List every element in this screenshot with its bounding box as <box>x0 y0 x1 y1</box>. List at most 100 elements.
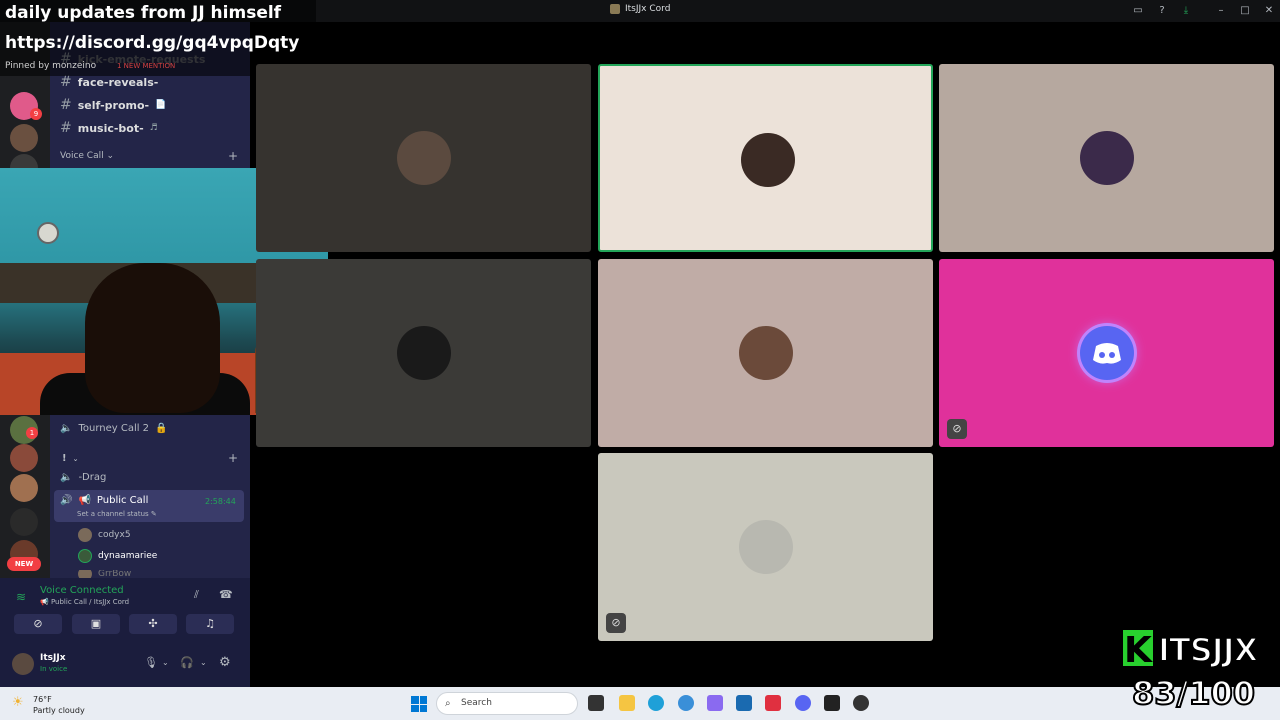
video-tile[interactable] <box>256 259 591 447</box>
video-tile[interactable] <box>939 64 1274 252</box>
category-bang[interactable]: ! ⌄ <box>62 453 78 464</box>
channel-label: music-bot- <box>77 121 144 135</box>
help-icon[interactable]: ? <box>1155 4 1169 18</box>
discord-logo-avatar <box>1080 326 1134 380</box>
app-icon[interactable] <box>678 695 694 711</box>
video-tile[interactable]: ⊘ <box>598 453 933 641</box>
channel-tourney-call-2[interactable]: 🔈 Tourney Call 2 🔒 <box>60 423 168 434</box>
channel-self-promo[interactable]: # self-promo- 📄 <box>60 97 166 113</box>
close-button[interactable]: ✕ <box>1262 4 1276 18</box>
taskbar: ☀ 76°F Partly cloudy ⌕ Search <box>0 687 1280 720</box>
lock-icon: 🔒 <box>155 423 168 434</box>
epic-games-icon[interactable] <box>824 695 840 711</box>
avatar[interactable] <box>12 653 34 675</box>
app-icon[interactable] <box>853 695 869 711</box>
add-channel-button[interactable]: + <box>228 451 238 465</box>
weather-widget[interactable]: 76°F Partly cloudy <box>33 694 85 716</box>
server-icon[interactable] <box>10 508 38 536</box>
pinned-text: Pinned by monzeino <box>5 61 97 71</box>
camera-off-button[interactable]: ⊘ <box>14 614 62 634</box>
pinned-note: Pinned by monzeino 1 NEW MENTION <box>5 61 175 71</box>
channel-label: -Drag <box>78 472 107 483</box>
new-mention-tag: 1 NEW MENTION <box>116 62 176 70</box>
avatar <box>78 570 92 578</box>
channel-music-bot[interactable]: # music-bot- ♬ <box>60 120 158 136</box>
maximize-button[interactable]: □ <box>1238 4 1252 18</box>
voice-location[interactable]: 📢 Public Call / ItsJJx Cord <box>40 598 129 606</box>
app-icon[interactable] <box>707 695 723 711</box>
settings-gear-icon[interactable]: ⚙ <box>219 655 231 670</box>
activities-button[interactable]: ✣ <box>129 614 177 634</box>
avatar <box>397 326 451 380</box>
set-channel-status[interactable]: Set a channel status ✎ <box>77 510 157 518</box>
store-icon[interactable] <box>736 695 752 711</box>
hash-icon: # <box>60 97 72 113</box>
minimize-button[interactable]: – <box>1214 4 1228 18</box>
video-tile-speaking[interactable] <box>598 64 933 252</box>
channel-label: Public Call <box>96 495 149 506</box>
file-explorer-icon[interactable] <box>619 695 635 711</box>
soundboard-button[interactable]: ♫ <box>186 614 234 634</box>
member-name: GrrBow <box>98 570 132 578</box>
window-title: ItsJJx Cord <box>610 4 670 14</box>
public-call-row: 🔊 📢 Public Call <box>60 495 148 506</box>
brand-k-logo: K <box>1120 627 1156 671</box>
avatar <box>78 549 92 563</box>
category-label: Voice Call <box>60 151 104 161</box>
channel-face-reveals[interactable]: # face-reveals- <box>60 74 158 90</box>
video-tile[interactable]: ⊘ <box>939 259 1274 447</box>
speaker-icon: 🔈 <box>60 472 73 483</box>
voice-panel: ≋ Voice Connected 📢 Public Call / ItsJJx… <box>0 578 250 687</box>
overlay-headline: daily updates from JJ himself <box>5 3 282 23</box>
disconnect-icon[interactable]: ☎ <box>219 588 233 601</box>
voice-member[interactable]: dynaamariee <box>78 549 157 563</box>
server-icon[interactable] <box>10 124 38 152</box>
avatar <box>1080 131 1134 185</box>
discord-icon <box>1093 343 1121 364</box>
screen-share-button[interactable]: ▣ <box>72 614 120 634</box>
signal-icon: ≋ <box>16 590 27 604</box>
page-emoji-icon: 📄 <box>155 100 167 110</box>
headphones-icon[interactable]: 🎧 <box>180 656 194 669</box>
mic-muted-icon: ⊘ <box>606 613 626 633</box>
inbox-icon[interactable]: ▭ <box>1131 4 1145 18</box>
channel-label: self-promo- <box>77 98 150 112</box>
category-label: ! <box>62 453 67 464</box>
noise-suppression-icon[interactable]: ⫽ <box>194 588 199 602</box>
search-icon: ⌕ <box>445 698 451 709</box>
task-view-icon[interactable] <box>588 695 604 711</box>
channel-drag[interactable]: 🔈 -Drag <box>60 472 106 483</box>
location-text: Public Call / ItsJJx Cord <box>50 598 130 606</box>
start-windows-icon[interactable] <box>411 696 427 712</box>
speaker-icon: 🔈 <box>60 423 73 434</box>
avatar <box>397 131 451 185</box>
member-name: codyx5 <box>98 530 131 540</box>
weather-icon[interactable]: ☀ <box>12 695 24 710</box>
voice-member[interactable]: codyx5 <box>78 528 131 542</box>
brand-name: ITSJJX <box>1157 630 1259 670</box>
member-name: dynaamariee <box>98 551 158 561</box>
channel-label: Tourney Call 2 <box>78 423 150 434</box>
discord-taskbar-icon[interactable] <box>795 695 811 711</box>
chevron-down-icon[interactable]: ⌄ <box>162 658 169 667</box>
search-placeholder: Search <box>461 698 492 708</box>
add-channel-button[interactable]: + <box>228 149 238 163</box>
server-icon[interactable] <box>10 444 38 472</box>
streamer-head <box>85 263 220 413</box>
video-tile[interactable] <box>598 259 933 447</box>
server-icon[interactable] <box>10 474 38 502</box>
taskbar-search[interactable]: ⌕ Search <box>436 692 578 715</box>
camera-off-icon: ⊘ <box>947 419 967 439</box>
download-icon[interactable]: ⤓ <box>1179 4 1193 18</box>
voice-member[interactable]: GrrBow <box>78 570 131 578</box>
edge-icon[interactable] <box>648 695 664 711</box>
hash-icon: # <box>60 120 72 136</box>
chevron-down-icon[interactable]: ⌄ <box>200 658 207 667</box>
video-tile[interactable] <box>256 64 591 252</box>
mention-badge: 9 <box>30 108 42 120</box>
voice-call-category[interactable]: Voice Call ⌄ <box>60 151 114 161</box>
window-title-text: ItsJJx Cord <box>625 4 671 14</box>
app-icon[interactable] <box>765 695 781 711</box>
voice-connected-status[interactable]: Voice Connected <box>40 585 124 596</box>
microphone-icon[interactable]: 🎙 <box>144 656 158 669</box>
